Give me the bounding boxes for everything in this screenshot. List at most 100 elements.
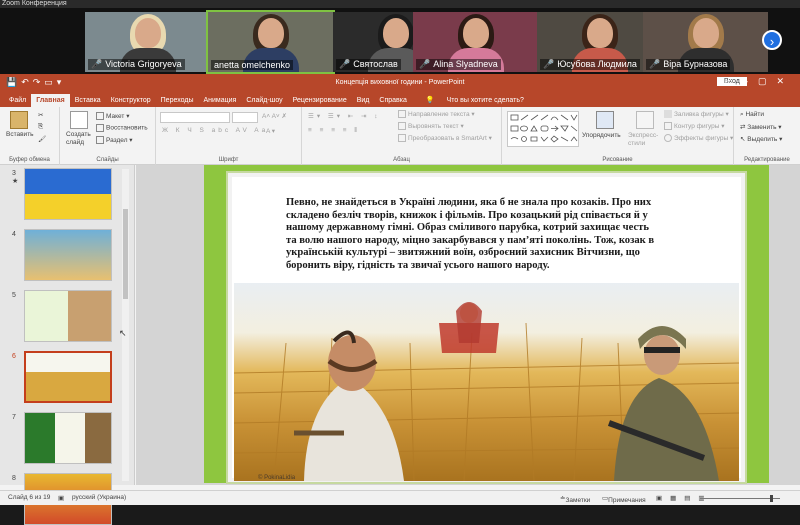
slide-thumbnail[interactable] bbox=[24, 168, 112, 220]
arrange-button[interactable]: Упорядочить bbox=[582, 132, 621, 139]
tab-2[interactable]: Вставка bbox=[70, 94, 106, 107]
effects-icon bbox=[664, 134, 672, 143]
font-name-box[interactable] bbox=[160, 112, 230, 123]
align-text-button[interactable]: Выровнять текст ▾ bbox=[398, 122, 464, 131]
paste-icon[interactable] bbox=[10, 111, 28, 129]
slide-picture-cossack-and-soldier[interactable]: © PokinaLidia bbox=[234, 283, 739, 481]
thumbnail-number: 6 bbox=[12, 353, 16, 360]
participant-face bbox=[692, 18, 719, 48]
format-painter-icon[interactable]: 🖌 bbox=[38, 135, 46, 143]
shapes-gallery[interactable] bbox=[507, 111, 579, 147]
slide-illustration bbox=[234, 302, 739, 481]
participant-name: 🎤 Віра Бурназова bbox=[646, 59, 731, 70]
section-button[interactable]: Раздел ▾ bbox=[96, 136, 133, 145]
group-label-editing: Редактирование bbox=[744, 157, 790, 163]
group-label-drawing: Рисование bbox=[602, 157, 633, 163]
paste-button[interactable]: Вставить bbox=[6, 131, 34, 138]
mouse-cursor-icon: ↖ bbox=[119, 328, 127, 338]
find-button[interactable]: ⌕ Найти bbox=[740, 111, 764, 119]
ppt-title-bar: 💾↶↷▭▾ Концепція виховної години - PowerP… bbox=[0, 74, 800, 91]
muted-mic-icon: 🎤 bbox=[419, 59, 431, 69]
participant-name: anetta omelchenko bbox=[211, 60, 294, 70]
tab-0[interactable]: Файл bbox=[4, 94, 31, 107]
participant-tile[interactable]: anetta omelchenko bbox=[206, 10, 335, 74]
group-drawing: Упорядочить Экспресс-стили Заливка фигур… bbox=[502, 107, 734, 165]
cursor-icon: ↖ bbox=[740, 136, 746, 143]
font-size-box[interactable] bbox=[232, 112, 258, 123]
reset-button[interactable]: Восстановить bbox=[96, 124, 148, 132]
quick-styles-button[interactable]: Экспресс-стили bbox=[628, 132, 662, 148]
ribbon: Вставить ✂ ⎘ 🖌 Буфер обмена Создать слай… bbox=[0, 107, 800, 165]
tab-7[interactable]: Рецензирование bbox=[288, 94, 352, 107]
quick-styles-icon[interactable] bbox=[636, 111, 654, 129]
font-color-icon[interactable]: A ▾ bbox=[266, 127, 275, 135]
font-format-icons[interactable]: Ж К Ч S abc AV Aa bbox=[162, 127, 268, 134]
layout-button[interactable]: Макет ▾ bbox=[96, 112, 129, 121]
zoom-slider[interactable] bbox=[700, 498, 780, 499]
group-label-slides: Слайды bbox=[96, 157, 119, 163]
madonna-figure bbox=[439, 302, 499, 353]
zoom-slider-handle[interactable] bbox=[770, 495, 773, 502]
copy-icon[interactable]: ⎘ bbox=[38, 123, 43, 131]
shape-effects-button[interactable]: Эффекты фигуры ▾ bbox=[664, 134, 733, 143]
group-label-clipboard: Буфер обмена bbox=[9, 157, 50, 163]
new-slide-button[interactable]: Создать слайд bbox=[66, 131, 96, 147]
tab-3[interactable]: Конструктор bbox=[106, 94, 156, 107]
list-icons[interactable]: ☰▾ ☰▾ ⇤ ⇥ ↕ bbox=[308, 112, 381, 120]
group-label-paragraph: Абзац bbox=[393, 157, 410, 163]
slide-thumbnail[interactable] bbox=[24, 412, 112, 464]
participant-face bbox=[382, 18, 409, 48]
slide-thumbnail[interactable] bbox=[24, 290, 112, 342]
participant-tile[interactable]: 🎤 Victoria Grigoryeva bbox=[85, 12, 210, 72]
replace-button[interactable]: ⇄ Заменить ▾ bbox=[740, 123, 782, 131]
participant-name: 🎤 Юсубова Людмила bbox=[540, 59, 640, 70]
shape-outline-button[interactable]: Контур фигуры ▾ bbox=[664, 122, 725, 131]
tab-6[interactable]: Слайд-шоу bbox=[241, 94, 287, 107]
slide-thumbnails-panel: 3 ★ 4 5 6 7 8 bbox=[0, 165, 135, 525]
select-button[interactable]: ↖ Выделить ▾ bbox=[740, 135, 782, 143]
arrange-icon[interactable] bbox=[596, 111, 614, 129]
chevron-right-icon: › bbox=[769, 34, 775, 49]
zoom-window-title: Zoom Конференция bbox=[0, 0, 800, 8]
notes-button[interactable]: ≐ Заметки bbox=[560, 494, 590, 504]
muted-mic-icon: 🎤 bbox=[339, 59, 351, 69]
tell-me-search[interactable]: 💡 Что вы хотите сделать? bbox=[416, 93, 534, 107]
group-slides: Создать слайд Макет ▾ Восстановить Разде… bbox=[60, 107, 156, 165]
language-indicator[interactable]: русский (Украина) bbox=[72, 494, 126, 501]
slide-text[interactable]: Певно, не знайдеться в Україні людини, я… bbox=[286, 197, 656, 272]
document-title: Концепція виховної години - PowerPoint bbox=[335, 79, 465, 86]
current-slide[interactable]: Певно, не знайдеться в Україні людини, я… bbox=[204, 165, 769, 483]
replace-icon: ⇄ bbox=[740, 124, 746, 131]
participant-name: 🎤 Alina Slyadneva bbox=[416, 59, 501, 70]
tab-9[interactable]: Справка bbox=[374, 94, 411, 107]
slide-counter: Слайд 6 из 19 bbox=[8, 494, 51, 501]
image-credit: © PokinaLidia bbox=[258, 475, 296, 481]
participant-tile[interactable]: 🎤 Alina Slyadneva bbox=[413, 12, 538, 72]
muted-mic-icon: 🎤 bbox=[649, 59, 661, 69]
spellcheck-icon[interactable]: ▣ bbox=[58, 494, 64, 502]
comments-button[interactable]: ▭ Примечания bbox=[602, 494, 646, 504]
cut-icon[interactable]: ✂ bbox=[38, 111, 43, 119]
tab-8[interactable]: Вид bbox=[352, 94, 375, 107]
thumbnails-scrollbar[interactable] bbox=[122, 169, 129, 481]
new-slide-icon[interactable] bbox=[70, 111, 88, 129]
text-direction-button[interactable]: Направление текста ▾ bbox=[398, 110, 475, 119]
align-icons[interactable]: ≡ ≡ ≡ ≡ ⫴ bbox=[308, 127, 360, 135]
tab-1[interactable]: Главная bbox=[31, 94, 70, 107]
smartart-button[interactable]: Преобразовать в SmartArt ▾ bbox=[398, 134, 492, 143]
next-page-button[interactable]: › bbox=[762, 30, 782, 50]
paint-bucket-icon bbox=[664, 110, 672, 119]
slide-thumbnail[interactable] bbox=[24, 351, 112, 403]
shape-fill-button[interactable]: Заливка фигуры ▾ bbox=[664, 110, 729, 119]
participant-face bbox=[586, 18, 613, 48]
tab-4[interactable]: Переходы bbox=[156, 94, 199, 107]
lightbulb-icon: 💡 bbox=[425, 97, 435, 104]
status-bar: Слайд 6 из 19 ▣ русский (Украина) ≐ Заме… bbox=[0, 490, 800, 505]
participant-tile[interactable]: 🎤 Віра Бурназова bbox=[643, 12, 768, 72]
tab-5[interactable]: Анимация bbox=[198, 94, 241, 107]
cossack-figure bbox=[294, 330, 404, 481]
font-size-icons[interactable]: A˄ A˅ ✗ bbox=[262, 112, 287, 120]
soldier-figure bbox=[607, 326, 719, 481]
slide-thumbnail[interactable] bbox=[24, 229, 112, 281]
window-controls[interactable]: ▭–▢✕ bbox=[724, 76, 794, 87]
